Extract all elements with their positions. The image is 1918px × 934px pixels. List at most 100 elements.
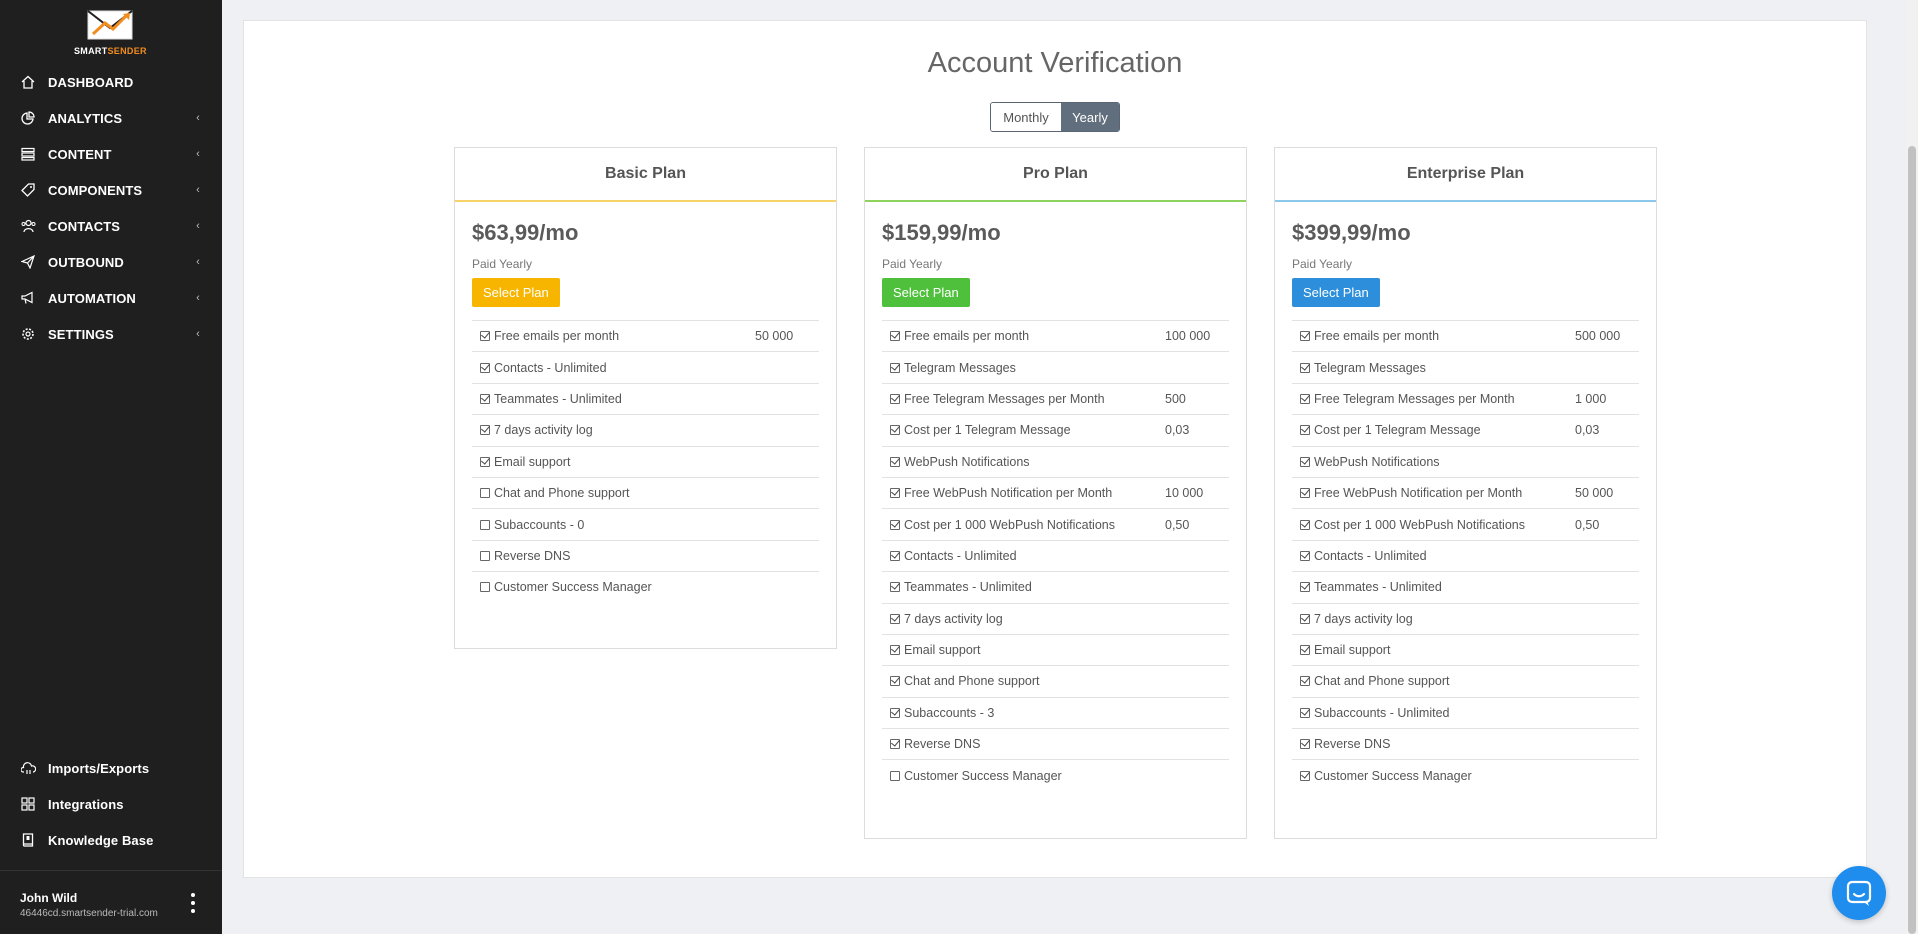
feature-row: Email support <box>472 445 819 477</box>
feature-label: Chat and Phone support <box>1314 674 1450 689</box>
nav-item-automation[interactable]: AUTOMATION ‹ <box>0 280 222 316</box>
billing-period-label: Paid Yearly <box>882 257 943 271</box>
chevron-left-icon: ‹ <box>196 148 200 160</box>
nav-item-knowledge-base[interactable]: Knowledge Base <box>0 822 222 858</box>
nav-item-contacts[interactable]: CONTACTS ‹ <box>0 208 222 244</box>
feature-value: 1 000 <box>1575 391 1607 406</box>
plan-body: $399,99/mo Paid Yearly Select Plan Free ema… <box>1275 202 1656 807</box>
feature-row: Contacts - Unlimited <box>882 539 1229 571</box>
feature-label: Free WebPush Notification per Month <box>904 486 1113 501</box>
feature-row: Customer Success Manager <box>882 759 1229 790</box>
select-plan-button[interactable]: Select Plan <box>1292 278 1380 307</box>
feature-value: 50 000 <box>1575 486 1614 501</box>
tag-icon <box>20 182 36 198</box>
plan-card-enterprise: Enterprise Plan $399,99/mo Paid Yearly Sele… <box>1274 147 1657 839</box>
checked-checkbox-icon <box>890 707 900 718</box>
paper-plane-icon <box>20 254 36 270</box>
main-nav: DASHBOARD ANALYTICS ‹ CONTENT ‹ COMPONEN… <box>0 64 222 352</box>
feature-list: Free emails per month 50 000 Contacts - Un… <box>472 320 819 603</box>
feature-label: Free WebPush Notification per Month <box>1314 486 1523 501</box>
nav-item-dashboard[interactable]: DASHBOARD <box>0 64 222 100</box>
checked-checkbox-icon <box>1300 582 1310 593</box>
feature-label: Chat and Phone support <box>904 674 1040 689</box>
secondary-nav: Imports/Exports Integrations Knowledge B… <box>0 750 222 858</box>
feature-value: 0,50 <box>1575 517 1600 532</box>
book-icon <box>20 832 36 848</box>
feature-row: Teammates - Unlimited <box>882 571 1229 602</box>
smartsender-logo[interactable]: SMARTSENDER <box>74 10 147 56</box>
logo-wordmark-accent: SENDER <box>107 46 147 56</box>
user-profile: John Wild 46446cd.smartsender-trial.com <box>0 870 222 934</box>
feature-row: Cost per 1 000 WebPush Notifications 0,50 <box>882 508 1229 539</box>
checked-checkbox-icon <box>890 331 900 342</box>
nav-item-label: CONTENT <box>48 146 112 162</box>
select-plan-button[interactable]: Select Plan <box>882 278 970 307</box>
feature-label: Reverse DNS <box>494 548 571 563</box>
nav-item-content[interactable]: CONTENT ‹ <box>0 136 222 172</box>
scrollbar-thumb[interactable] <box>1908 146 1916 934</box>
nav-item-integrations[interactable]: Integrations <box>0 786 222 822</box>
yearly-toggle-button[interactable]: Yearly <box>1061 103 1119 131</box>
nav-item-outbound[interactable]: OUTBOUND ‹ <box>0 244 222 280</box>
feature-row: Telegram Messages <box>1292 351 1639 382</box>
billing-period-label: Paid Yearly <box>472 257 533 271</box>
sidebar: SMARTSENDER DASHBOARD ANALYTICS ‹ CONTEN… <box>0 0 222 934</box>
nav-item-label: Imports/Exports <box>48 760 150 776</box>
feature-label: Cost per 1 Telegram Message <box>1314 423 1481 438</box>
feature-row: Chat and Phone support <box>472 476 819 508</box>
checked-checkbox-icon <box>1300 550 1310 561</box>
feature-label: Email support <box>1314 643 1391 658</box>
plan-price: $159,99/mo <box>882 220 1001 245</box>
nav-item-analytics[interactable]: ANALYTICS ‹ <box>0 100 222 136</box>
feature-list: Free emails per month 100 000 Telegram Mes… <box>882 320 1229 791</box>
checked-checkbox-icon <box>1300 645 1310 656</box>
checked-checkbox-icon <box>890 488 900 499</box>
chevron-left-icon: ‹ <box>196 256 200 268</box>
more-options-icon[interactable] <box>188 893 198 913</box>
feature-label: Subaccounts - Unlimited <box>1314 705 1450 720</box>
checked-checkbox-icon <box>480 331 490 342</box>
feature-label: 7 days activity log <box>904 611 1003 626</box>
nav-item-components[interactable]: COMPONENTS ‹ <box>0 172 222 208</box>
nav-item-imports-exports[interactable]: Imports/Exports <box>0 750 222 786</box>
unchecked-checkbox-icon <box>890 770 900 781</box>
chat-widget-button[interactable] <box>1832 866 1886 920</box>
feature-label: Reverse DNS <box>1314 737 1391 752</box>
unchecked-checkbox-icon <box>480 488 490 499</box>
feature-label: Contacts - Unlimited <box>1314 548 1427 563</box>
checked-checkbox-icon <box>480 393 490 404</box>
checked-checkbox-icon <box>890 550 900 561</box>
checked-checkbox-icon <box>1300 770 1310 781</box>
feature-row: Cost per 1 000 WebPush Notifications 0,50 <box>1292 508 1639 539</box>
page-scrollbar[interactable] <box>1906 0 1918 934</box>
user-account-domain: 46446cd.smartsender-trial.com <box>20 908 158 919</box>
feature-row: Reverse DNS <box>882 728 1229 759</box>
chevron-left-icon: ‹ <box>196 292 200 304</box>
unchecked-checkbox-icon <box>480 519 490 530</box>
feature-label: Cost per 1 Telegram Message <box>904 423 1071 438</box>
plan-price: $399,99/mo <box>1292 220 1411 245</box>
feature-row: 7 days activity log <box>1292 602 1639 634</box>
feature-row: Free emails per month 500 000 <box>1292 320 1639 351</box>
chevron-left-icon: ‹ <box>196 328 200 340</box>
feature-label: Chat and Phone support <box>494 486 630 501</box>
feature-label: Contacts - Unlimited <box>904 548 1017 563</box>
checked-checkbox-icon <box>890 519 900 530</box>
checked-checkbox-icon <box>890 456 900 467</box>
feature-row: Reverse DNS <box>1292 728 1639 759</box>
grid-icon <box>20 796 36 812</box>
feature-row: Subaccounts - 0 <box>472 508 819 539</box>
monthly-toggle-button[interactable]: Monthly <box>991 103 1061 131</box>
feature-row: 7 days activity log <box>472 414 819 445</box>
feature-label: Email support <box>904 643 981 658</box>
feature-label: Reverse DNS <box>904 737 981 752</box>
nav-item-settings[interactable]: SETTINGS ‹ <box>0 316 222 352</box>
checked-checkbox-icon <box>890 362 900 373</box>
feature-list: Free emails per month 500 000 Telegram Mes… <box>1292 320 1639 791</box>
feature-value: 500 <box>1165 391 1186 406</box>
feature-row: Contacts - Unlimited <box>1292 539 1639 571</box>
feature-row: Free emails per month 100 000 <box>882 320 1229 351</box>
account-verification-panel: Account Verification Monthly Yearly Basi… <box>243 20 1867 878</box>
select-plan-button[interactable]: Select Plan <box>472 278 560 307</box>
feature-row: Telegram Messages <box>882 351 1229 382</box>
